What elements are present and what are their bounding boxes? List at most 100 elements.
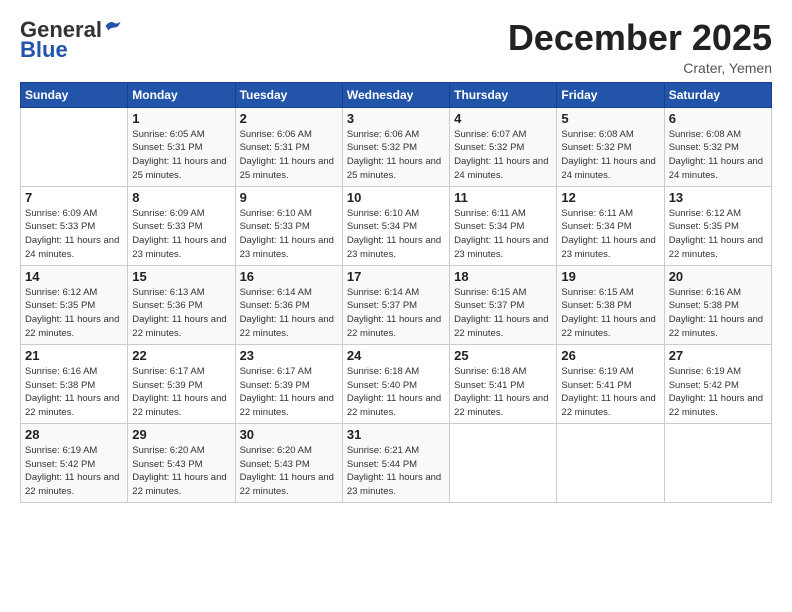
day-info: Sunrise: 6:08 AMSunset: 5:32 PMDaylight:… (669, 128, 767, 183)
day-number: 20 (669, 269, 767, 284)
calendar-cell: 1Sunrise: 6:05 AMSunset: 5:31 PMDaylight… (128, 107, 235, 186)
day-number: 7 (25, 190, 123, 205)
day-number: 21 (25, 348, 123, 363)
calendar-cell: 31Sunrise: 6:21 AMSunset: 5:44 PMDayligh… (342, 423, 449, 502)
day-number: 24 (347, 348, 445, 363)
day-info: Sunrise: 6:17 AMSunset: 5:39 PMDaylight:… (132, 365, 230, 420)
calendar-cell: 5 Sunrise: 6:08 AMSunset: 5:32 PMDaylight… (557, 107, 664, 186)
calendar-table: SundayMondayTuesdayWednesdayThursdayFrid… (20, 82, 772, 503)
location: Crater, Yemen (508, 60, 772, 76)
calendar-cell: 17Sunrise: 6:14 AMSunset: 5:37 PMDayligh… (342, 265, 449, 344)
day-info: Sunrise: 6:08 AMSunset: 5:32 PMDaylight:… (561, 128, 659, 183)
month-title: December 2025 (508, 18, 772, 58)
calendar-header-tuesday: Tuesday (235, 82, 342, 107)
calendar-cell: 26 Sunrise: 6:19 AMSunset: 5:41 PMDayligh… (557, 344, 664, 423)
calendar-cell: 12 Sunrise: 6:11 AMSunset: 5:34 PMDayligh… (557, 186, 664, 265)
day-number: 11 (454, 190, 552, 205)
calendar-cell: 7 Sunrise: 6:09 AMSunset: 5:33 PMDaylight… (21, 186, 128, 265)
calendar-cell (450, 423, 557, 502)
page-container: General Blue December 2025 Crater, Yemen… (0, 0, 792, 513)
calendar-week-1: 1Sunrise: 6:05 AMSunset: 5:31 PMDaylight… (21, 107, 772, 186)
calendar-cell: 16 Sunrise: 6:14 AMSunset: 5:36 PMDayligh… (235, 265, 342, 344)
calendar-cell: 20Sunrise: 6:16 AMSunset: 5:38 PMDayligh… (664, 265, 771, 344)
day-info: Sunrise: 6:19 AMSunset: 5:42 PMDaylight:… (669, 365, 767, 420)
day-info: Sunrise: 6:10 AMSunset: 5:34 PMDaylight:… (347, 207, 445, 262)
calendar-week-4: 21 Sunrise: 6:16 AMSunset: 5:38 PMDayligh… (21, 344, 772, 423)
day-number: 2 (240, 111, 338, 126)
day-number: 10 (347, 190, 445, 205)
calendar-header-sunday: Sunday (21, 82, 128, 107)
day-info: Sunrise: 6:12 AMSunset: 5:35 PMDaylight:… (669, 207, 767, 262)
day-number: 15 (132, 269, 230, 284)
calendar-cell: 21 Sunrise: 6:16 AMSunset: 5:38 PMDayligh… (21, 344, 128, 423)
day-info: Sunrise: 6:17 AMSunset: 5:39 PMDaylight:… (240, 365, 338, 420)
calendar-week-2: 7 Sunrise: 6:09 AMSunset: 5:33 PMDaylight… (21, 186, 772, 265)
calendar-header-thursday: Thursday (450, 82, 557, 107)
title-block: December 2025 Crater, Yemen (508, 18, 772, 76)
day-number: 19 (561, 269, 659, 284)
day-number: 4 (454, 111, 552, 126)
day-info: Sunrise: 6:20 AMSunset: 5:43 PMDaylight:… (132, 444, 230, 499)
calendar-header-monday: Monday (128, 82, 235, 107)
day-info: Sunrise: 6:20 AMSunset: 5:43 PMDaylight:… (240, 444, 338, 499)
day-info: Sunrise: 6:14 AMSunset: 5:36 PMDaylight:… (240, 286, 338, 341)
day-info: Sunrise: 6:09 AMSunset: 5:33 PMDaylight:… (132, 207, 230, 262)
calendar-cell (664, 423, 771, 502)
calendar-cell: 15 Sunrise: 6:13 AMSunset: 5:36 PMDayligh… (128, 265, 235, 344)
calendar-cell: 28 Sunrise: 6:19 AMSunset: 5:42 PMDayligh… (21, 423, 128, 502)
calendar-cell: 10 Sunrise: 6:10 AMSunset: 5:34 PMDayligh… (342, 186, 449, 265)
day-number: 29 (132, 427, 230, 442)
day-info: Sunrise: 6:19 AMSunset: 5:42 PMDaylight:… (25, 444, 123, 499)
logo: General Blue (20, 18, 122, 62)
page-header: General Blue December 2025 Crater, Yemen (20, 18, 772, 76)
day-number: 23 (240, 348, 338, 363)
day-number: 16 (240, 269, 338, 284)
calendar-cell: 19 Sunrise: 6:15 AMSunset: 5:38 PMDayligh… (557, 265, 664, 344)
calendar-header-saturday: Saturday (664, 82, 771, 107)
calendar-cell: 29 Sunrise: 6:20 AMSunset: 5:43 PMDayligh… (128, 423, 235, 502)
day-number: 14 (25, 269, 123, 284)
calendar-cell: 9 Sunrise: 6:10 AMSunset: 5:33 PMDaylight… (235, 186, 342, 265)
day-info: Sunrise: 6:16 AMSunset: 5:38 PMDaylight:… (25, 365, 123, 420)
calendar-cell: 2Sunrise: 6:06 AMSunset: 5:31 PMDaylight… (235, 107, 342, 186)
day-number: 5 (561, 111, 659, 126)
day-number: 28 (25, 427, 123, 442)
day-info: Sunrise: 6:11 AMSunset: 5:34 PMDaylight:… (454, 207, 552, 262)
day-number: 22 (132, 348, 230, 363)
calendar-cell: 27Sunrise: 6:19 AMSunset: 5:42 PMDayligh… (664, 344, 771, 423)
day-info: Sunrise: 6:05 AMSunset: 5:31 PMDaylight:… (132, 128, 230, 183)
calendar-cell: 30 Sunrise: 6:20 AMSunset: 5:43 PMDayligh… (235, 423, 342, 502)
day-info: Sunrise: 6:15 AMSunset: 5:38 PMDaylight:… (561, 286, 659, 341)
logo-icon (104, 17, 122, 35)
day-info: Sunrise: 6:09 AMSunset: 5:33 PMDaylight:… (25, 207, 123, 262)
day-info: Sunrise: 6:18 AMSunset: 5:41 PMDaylight:… (454, 365, 552, 420)
day-info: Sunrise: 6:21 AMSunset: 5:44 PMDaylight:… (347, 444, 445, 499)
day-info: Sunrise: 6:06 AMSunset: 5:32 PMDaylight:… (347, 128, 445, 183)
day-number: 30 (240, 427, 338, 442)
calendar-header-wednesday: Wednesday (342, 82, 449, 107)
day-number: 25 (454, 348, 552, 363)
calendar-cell: 6 Sunrise: 6:08 AMSunset: 5:32 PMDaylight… (664, 107, 771, 186)
calendar-cell: 23 Sunrise: 6:17 AMSunset: 5:39 PMDayligh… (235, 344, 342, 423)
day-info: Sunrise: 6:19 AMSunset: 5:41 PMDaylight:… (561, 365, 659, 420)
day-number: 17 (347, 269, 445, 284)
day-info: Sunrise: 6:15 AMSunset: 5:37 PMDaylight:… (454, 286, 552, 341)
day-info: Sunrise: 6:13 AMSunset: 5:36 PMDaylight:… (132, 286, 230, 341)
calendar-cell: 13Sunrise: 6:12 AMSunset: 5:35 PMDayligh… (664, 186, 771, 265)
calendar-cell: 22 Sunrise: 6:17 AMSunset: 5:39 PMDayligh… (128, 344, 235, 423)
day-info: Sunrise: 6:11 AMSunset: 5:34 PMDaylight:… (561, 207, 659, 262)
calendar-cell: 25 Sunrise: 6:18 AMSunset: 5:41 PMDayligh… (450, 344, 557, 423)
calendar-cell (21, 107, 128, 186)
day-number: 12 (561, 190, 659, 205)
day-number: 18 (454, 269, 552, 284)
calendar-cell (557, 423, 664, 502)
day-info: Sunrise: 6:18 AMSunset: 5:40 PMDaylight:… (347, 365, 445, 420)
calendar-cell: 4 Sunrise: 6:07 AMSunset: 5:32 PMDaylight… (450, 107, 557, 186)
day-info: Sunrise: 6:10 AMSunset: 5:33 PMDaylight:… (240, 207, 338, 262)
day-info: Sunrise: 6:07 AMSunset: 5:32 PMDaylight:… (454, 128, 552, 183)
calendar-cell: 24 Sunrise: 6:18 AMSunset: 5:40 PMDayligh… (342, 344, 449, 423)
day-number: 6 (669, 111, 767, 126)
calendar-week-3: 14Sunrise: 6:12 AMSunset: 5:35 PMDayligh… (21, 265, 772, 344)
day-number: 26 (561, 348, 659, 363)
day-number: 9 (240, 190, 338, 205)
